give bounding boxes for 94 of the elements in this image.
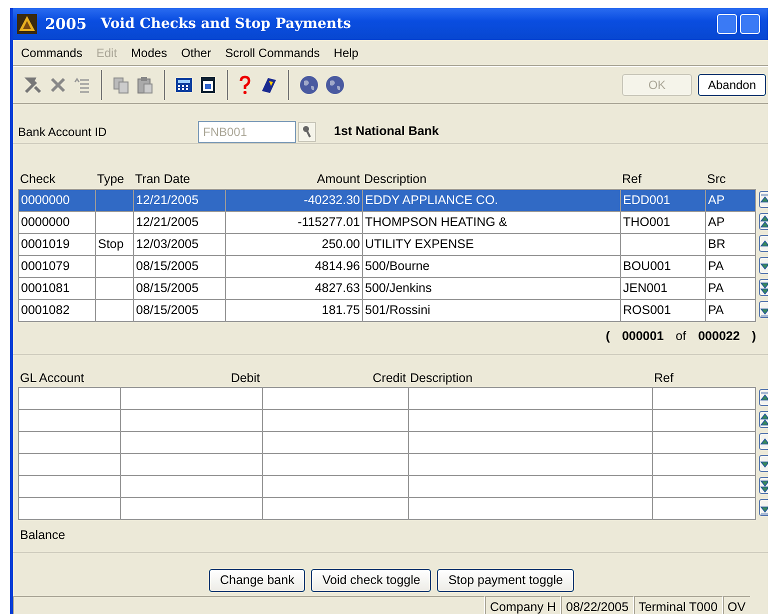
table-cell: THOMPSON HEATING & — [362, 211, 620, 234]
table-cell: AP — [706, 211, 756, 234]
scroll-bottom-icon[interactable] — [759, 300, 768, 318]
page-down-icon[interactable] — [759, 477, 768, 494]
table-cell: PA — [706, 277, 756, 300]
table-cell: 0000000 — [18, 211, 96, 234]
menu-item[interactable]: Modes — [131, 44, 168, 62]
table-cell: EDD001 — [620, 189, 706, 212]
menu-item[interactable]: Help — [334, 44, 358, 62]
column-header: Src — [706, 171, 727, 188]
window-title: Void Checks and Stop Payments — [100, 14, 351, 34]
scroll-down-icon[interactable] — [759, 256, 768, 274]
column-header: Credit — [372, 370, 407, 386]
table-cell: 250.00 — [226, 233, 362, 256]
calculator-icon[interactable] — [175, 76, 193, 94]
column-header: Type — [96, 171, 126, 188]
table-cell: 0001082 — [18, 299, 96, 322]
table-cell: BR — [706, 233, 756, 256]
table-cell: ROS001 — [620, 299, 706, 322]
scroll-top-icon[interactable] — [759, 190, 768, 208]
close-icon[interactable] — [49, 76, 67, 94]
column-header: Check — [19, 171, 56, 188]
globe-icon[interactable] — [299, 75, 319, 95]
table-cell: 0001081 — [18, 277, 96, 300]
menu-item[interactable]: Other — [181, 44, 212, 62]
action-button[interactable]: Void check toggle — [311, 569, 432, 592]
column-header: Debit — [230, 370, 261, 386]
table-cell: Stop — [96, 233, 134, 256]
scroll-up-icon[interactable] — [759, 234, 768, 252]
scroll-bottom-icon[interactable] — [759, 499, 768, 516]
table-cell: 0001079 — [18, 255, 96, 278]
table-cell: PA — [706, 255, 756, 278]
status-field: Terminal T000 — [634, 596, 723, 614]
table-cell: 08/15/2005 — [134, 255, 226, 278]
paste-icon[interactable] — [136, 76, 154, 94]
field-label: Bank Account ID — [18, 124, 108, 140]
table-cell: 12/21/2005 — [134, 211, 226, 234]
globe-icon[interactable] — [325, 75, 345, 95]
scroll-down-icon[interactable] — [759, 455, 768, 472]
table-cell: 08/15/2005 — [134, 277, 226, 300]
column-header: Tran Date — [134, 171, 192, 188]
app-logo-icon — [17, 14, 37, 34]
table-cell: -115277.01 — [226, 211, 362, 234]
table-cell: 12/21/2005 — [134, 189, 226, 212]
table-cell: AP — [706, 189, 756, 212]
table-cell: 0000000 — [18, 189, 96, 212]
window-number: 2005 — [45, 14, 87, 35]
table-cell: 500/Jenkins — [362, 277, 620, 300]
column-header: Ref — [621, 171, 642, 188]
menu-item[interactable]: Commands — [21, 44, 82, 62]
lookup-icon[interactable] — [298, 122, 316, 142]
counter-label: of — [676, 328, 686, 345]
table-cell: JEN001 — [620, 277, 706, 300]
column-header: Ref — [653, 370, 674, 386]
maximize-button[interactable] — [740, 14, 760, 34]
balance-label: Balance — [19, 527, 66, 544]
paren: ) — [752, 328, 756, 345]
record-number: 000001 — [622, 328, 664, 345]
column-header: GL Account — [19, 370, 86, 386]
table-cell: THO001 — [620, 211, 706, 234]
table-cell: 500/Bourne — [362, 255, 620, 278]
status-field: 08/22/2005 — [561, 596, 634, 614]
abandon-button[interactable]: Abandon — [698, 74, 766, 96]
table-cell: 181.75 — [226, 299, 362, 322]
table-cell: 4827.63 — [226, 277, 362, 300]
table-cell: 08/15/2005 — [134, 299, 226, 322]
table-cell: UTILITY EXPENSE — [362, 233, 620, 256]
table-cell: 501/Rossini — [362, 299, 620, 322]
table-cell: -40232.30 — [226, 189, 362, 212]
column-header: Amount — [316, 171, 361, 188]
action-button[interactable]: Stop payment toggle — [437, 569, 574, 592]
status-field: OV — [722, 596, 750, 614]
menu-item[interactable]: Scroll Commands — [225, 44, 320, 62]
action-button[interactable]: Change bank — [208, 569, 306, 592]
column-header: Description — [363, 171, 428, 188]
bank-name: 1st National Bank — [334, 123, 439, 140]
table-cell: 4814.96 — [226, 255, 362, 278]
help-icon[interactable] — [238, 75, 252, 95]
minimize-button[interactable] — [717, 14, 737, 34]
column-header: Description — [409, 370, 474, 387]
page-up-icon[interactable] — [759, 411, 768, 428]
scroll-top-icon[interactable] — [759, 389, 768, 406]
table-cell: 0001019 — [18, 233, 96, 256]
copy-icon[interactable] — [112, 76, 130, 94]
paren: ( — [606, 328, 610, 345]
table-cell: 12/03/2005 — [134, 233, 226, 256]
page-up-icon[interactable] — [759, 212, 768, 230]
table-cell: BOU001 — [620, 255, 706, 278]
scroll-up-icon[interactable] — [759, 433, 768, 450]
record-total: 000022 — [698, 328, 740, 345]
status-field: Company H — [485, 596, 561, 614]
table-cell: EDDY APPLIANCE CO. — [362, 189, 620, 212]
page-down-icon[interactable] — [759, 278, 768, 296]
table-cell: PA — [706, 299, 756, 322]
